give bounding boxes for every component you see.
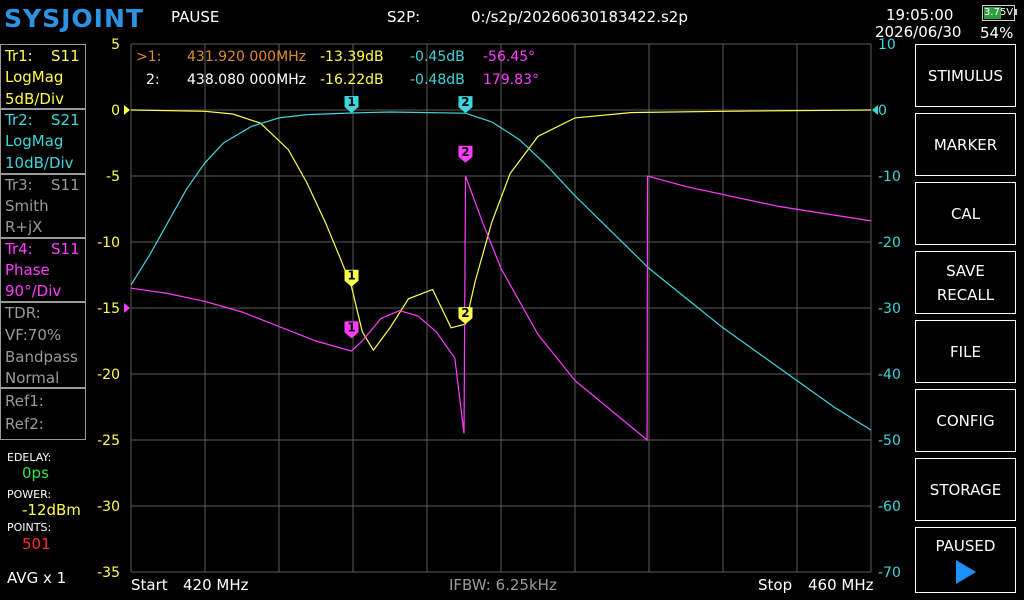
left-axis-tick: -20 xyxy=(97,367,120,383)
stimulus-button[interactable]: STIMULUS xyxy=(915,44,1016,107)
paused-label: PAUSED xyxy=(935,537,996,555)
marker-1-s11: -13.39dB xyxy=(320,49,384,65)
config-label: CONFIG xyxy=(936,411,995,430)
marker-1-s11: 1 xyxy=(344,269,359,287)
left-axis-tick: -5 xyxy=(106,169,120,185)
start-value[interactable]: 420 MHz xyxy=(183,576,249,594)
marker-label: 1 xyxy=(347,269,355,283)
marker-label: 1 xyxy=(347,320,355,334)
chart-grid xyxy=(130,43,872,573)
left-axis-tick: 5 xyxy=(111,37,120,53)
marker-label: 2 xyxy=(461,95,469,109)
file-button[interactable]: FILE xyxy=(915,320,1016,383)
marker-1-phase: -56.45° xyxy=(483,49,536,65)
ifbw-value[interactable]: IFBW: 6.25kHz xyxy=(449,576,557,594)
right-axis-tick: -20 xyxy=(878,235,901,251)
right-axis-tick: 0 xyxy=(878,103,887,119)
left-axis-tick: -15 xyxy=(97,301,120,317)
chart-markers: 1 2 1 2 1 2 xyxy=(344,95,473,339)
trace-chart[interactable]: 5 0 -5 -10 -15 -20 -25 -30 -35 10 0 -10 -20 -30 -40 -50… xyxy=(0,0,1024,600)
marker-1-s21: -0.45dB xyxy=(410,49,465,65)
marker-label: 2 xyxy=(461,145,469,159)
left-axis-tick: -35 xyxy=(97,565,120,581)
stimulus-label: STIMULUS xyxy=(927,66,1004,85)
marker-2-freq[interactable]: 438.080 000MHz xyxy=(187,72,306,88)
s21-ref-arrow xyxy=(872,105,878,115)
left-axis-tick: -30 xyxy=(97,499,120,515)
right-axis-tick: -40 xyxy=(878,367,901,383)
marker-label: 2 xyxy=(461,306,469,320)
storage-label: STORAGE xyxy=(929,480,1002,499)
right-axis-tick: -50 xyxy=(878,433,901,449)
marker-1-freq[interactable]: 431.920 000MHz xyxy=(187,49,306,65)
marker-1-s11-phase: 1 xyxy=(344,320,359,339)
marker-2-s11: 2 xyxy=(458,306,473,325)
save-recall-label: SAVE RECALL xyxy=(936,261,995,304)
marker-button[interactable]: MARKER xyxy=(915,113,1016,176)
play-icon xyxy=(955,560,976,584)
phase-ref-arrow xyxy=(124,303,130,313)
marker-label: 1 xyxy=(347,95,355,109)
stop-label: Stop xyxy=(758,576,793,594)
right-axis-tick: -70 xyxy=(878,565,901,581)
right-axis-tick: 10 xyxy=(878,37,896,53)
right-axis-tick: -10 xyxy=(878,169,901,185)
marker-1-id[interactable]: >1: xyxy=(136,49,161,65)
marker-label: MARKER xyxy=(933,135,998,154)
storage-button[interactable]: STORAGE xyxy=(915,458,1016,521)
stop-value[interactable]: 460 MHz xyxy=(808,576,874,594)
marker-2-s11-phase: 2 xyxy=(458,145,473,163)
right-axis-tick: -30 xyxy=(878,301,901,317)
chart-axes: 5 0 -5 -10 -15 -20 -25 -30 -35 10 0 -10 -20 -30 -40 -50… xyxy=(97,37,901,581)
left-axis-tick: -10 xyxy=(97,235,120,251)
config-button[interactable]: CONFIG xyxy=(915,389,1016,452)
marker-2-id[interactable]: 2: xyxy=(146,72,160,88)
left-axis-tick: 0 xyxy=(111,103,120,119)
start-label: Start xyxy=(131,576,168,594)
left-axis-tick: -25 xyxy=(97,433,120,449)
marker-2-s21: -0.48dB xyxy=(410,72,465,88)
cal-label: CAL xyxy=(950,204,981,223)
marker-2-s11: -16.22dB xyxy=(320,72,384,88)
paused-button[interactable]: PAUSED xyxy=(915,527,1016,593)
file-label: FILE xyxy=(950,342,981,361)
cal-button[interactable]: CAL xyxy=(915,182,1016,245)
marker-2-phase: 179.83° xyxy=(483,72,539,88)
right-axis-tick: -60 xyxy=(878,499,901,515)
s11-ref-arrow xyxy=(124,105,130,115)
save-recall-button[interactable]: SAVE RECALL xyxy=(915,251,1016,314)
